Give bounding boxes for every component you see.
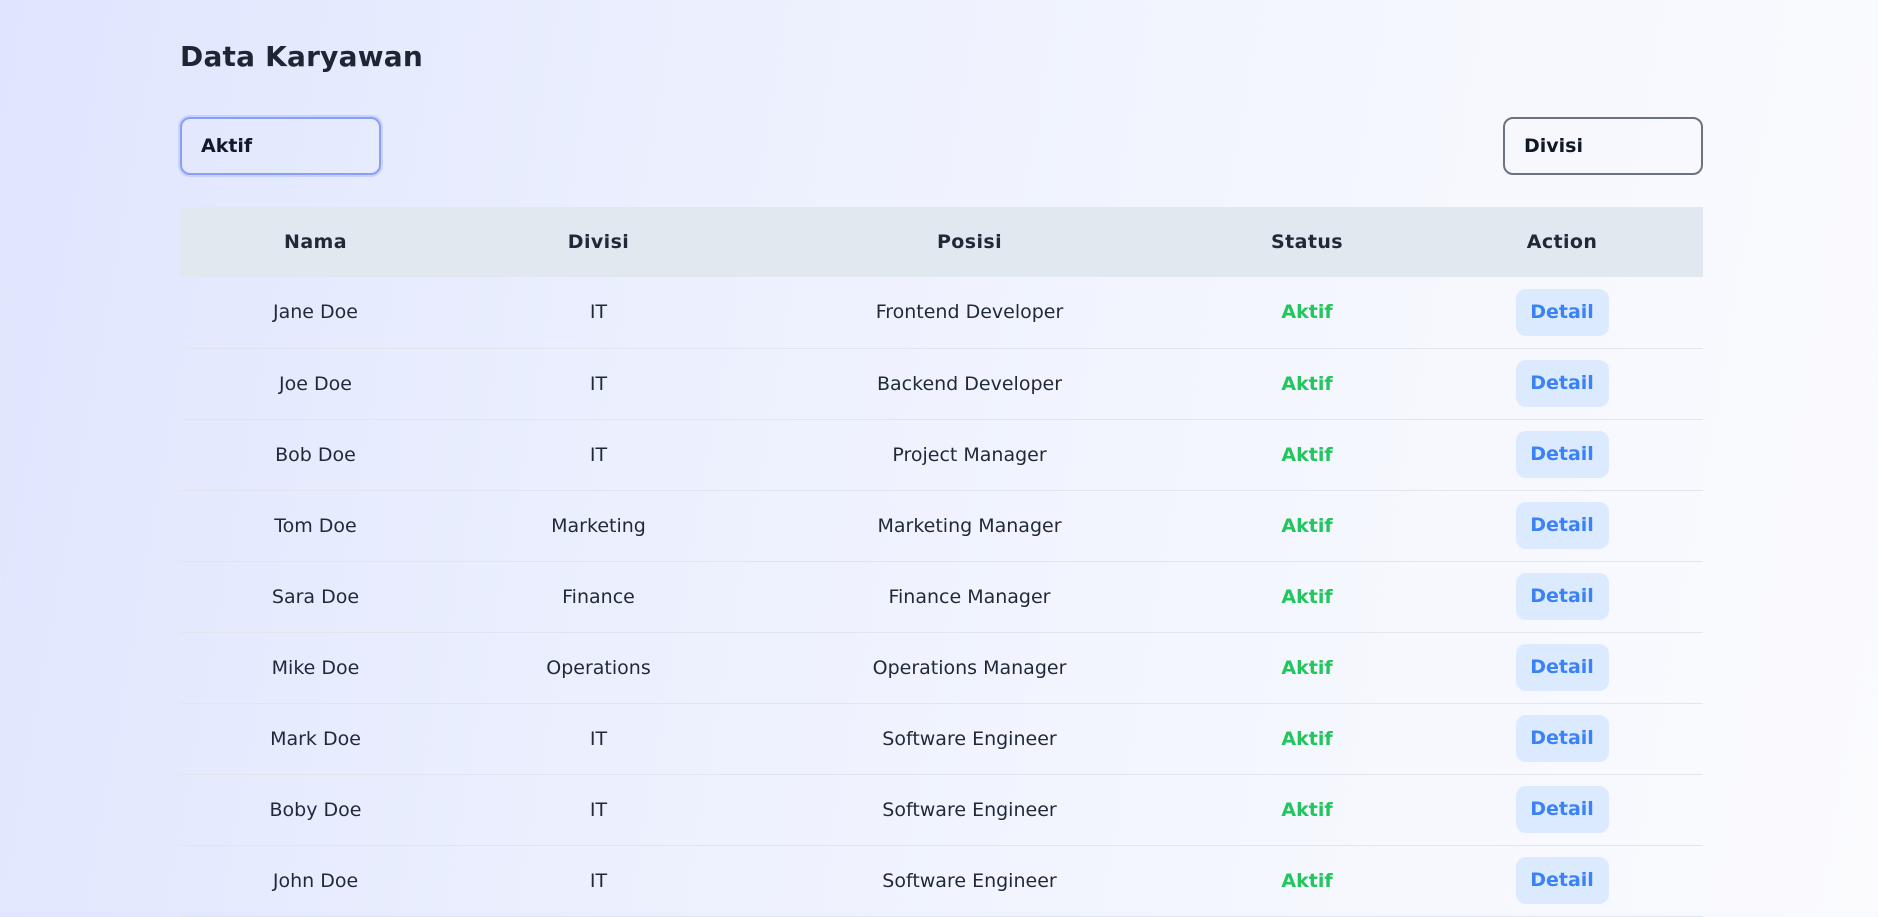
- table-header: Nama Divisi Posisi Status Action: [180, 207, 1703, 277]
- status-filter-select[interactable]: Aktif: [180, 117, 381, 175]
- table-row: Bob Doe IT Project Manager Aktif Detail: [180, 419, 1703, 490]
- detail-button[interactable]: Detail: [1515, 857, 1609, 904]
- employee-status-cell: Aktif: [1281, 514, 1333, 537]
- detail-button[interactable]: Detail: [1515, 644, 1609, 691]
- employee-status-cell: Aktif: [1281, 585, 1333, 608]
- employee-name-cell: Joe Doe: [279, 372, 352, 395]
- employee-action-cell: Detail: [1421, 419, 1703, 490]
- employee-divisi-cell: IT: [589, 443, 608, 466]
- employee-posisi-cell: Software Engineer: [882, 869, 1057, 892]
- table-row: Mike Doe Operations Operations Manager Akti…: [180, 632, 1703, 703]
- employee-divisi-cell: IT: [589, 372, 608, 395]
- employee-action-cell: Detail: [1421, 561, 1703, 632]
- column-header-nama: Nama: [284, 231, 347, 253]
- employee-name-cell: Sara Doe: [271, 585, 360, 608]
- employee-action-cell: Detail: [1421, 490, 1703, 561]
- employee-status-cell: Aktif: [1281, 656, 1333, 679]
- detail-button[interactable]: Detail: [1515, 431, 1609, 478]
- employee-action-cell: Detail: [1421, 632, 1703, 703]
- employee-posisi-cell: Project Manager: [892, 443, 1047, 466]
- employee-status-cell: Aktif: [1281, 869, 1333, 892]
- employee-divisi-cell: IT: [589, 301, 608, 324]
- detail-button[interactable]: Detail: [1515, 360, 1609, 407]
- column-header-action: Action: [1526, 231, 1598, 253]
- employee-posisi-cell: Software Engineer: [882, 727, 1057, 750]
- employee-name-cell: Boby Doe: [269, 798, 362, 821]
- employee-divisi-cell: Marketing: [551, 514, 646, 537]
- employee-name-cell: Mike Doe: [271, 656, 360, 679]
- employee-posisi-cell: Software Engineer: [882, 798, 1057, 821]
- employee-divisi-cell: IT: [589, 869, 608, 892]
- employee-action-cell: Detail: [1421, 845, 1703, 916]
- employee-name-cell: Bob Doe: [275, 443, 356, 466]
- column-header-status: Status: [1271, 231, 1343, 253]
- table-row: Mark Doe IT Software Engineer Aktif Detail: [180, 703, 1703, 774]
- table-row: Sara Doe Finance Finance Manager Aktif Detai…: [180, 561, 1703, 632]
- employee-table: Nama Divisi Posisi Status Action Jane Do…: [180, 207, 1703, 917]
- employee-status-cell: Aktif: [1281, 372, 1333, 395]
- detail-button[interactable]: Detail: [1515, 502, 1609, 549]
- employee-divisi-cell: Operations: [546, 656, 651, 679]
- employee-posisi-cell: Operations Manager: [872, 656, 1067, 679]
- employee-name-cell: John Doe: [272, 869, 359, 892]
- employee-divisi-cell: IT: [589, 798, 608, 821]
- employee-posisi-cell: Backend Developer: [877, 372, 1062, 395]
- detail-button[interactable]: Detail: [1515, 573, 1609, 620]
- employee-action-cell: Detail: [1421, 703, 1703, 774]
- employee-divisi-cell: IT: [589, 727, 608, 750]
- table-row: Jane Doe IT Frontend Developer Aktif Detail: [180, 277, 1703, 348]
- employee-posisi-cell: Marketing Manager: [877, 514, 1062, 537]
- employee-status-cell: Aktif: [1281, 798, 1333, 821]
- employee-posisi-cell: Finance Manager: [888, 585, 1051, 608]
- employee-status-cell: Aktif: [1281, 727, 1333, 750]
- employee-action-cell: Detail: [1421, 348, 1703, 419]
- table-row: Tom Doe Marketing Marketing Manager Aktif De…: [180, 490, 1703, 561]
- employee-name-cell: Jane Doe: [273, 301, 358, 324]
- column-header-divisi: Divisi: [567, 231, 630, 253]
- table-row: Joe Doe IT Backend Developer Aktif Detail: [180, 348, 1703, 419]
- employee-name-cell: Mark Doe: [270, 727, 361, 750]
- employee-action-cell: Detail: [1421, 277, 1703, 348]
- table-row: John Doe IT Software Engineer Aktif Detail: [180, 845, 1703, 916]
- table-row: Boby Doe IT Software Engineer Aktif Detail: [180, 774, 1703, 845]
- table-header-row: Nama Divisi Posisi Status Action: [180, 207, 1703, 277]
- employee-name-cell: Tom Doe: [274, 514, 357, 537]
- employee-status-cell: Aktif: [1281, 301, 1333, 324]
- divisi-filter-select[interactable]: Divisi: [1503, 117, 1703, 175]
- page-title: Data Karyawan: [180, 40, 424, 73]
- employee-posisi-cell: Frontend Developer: [875, 301, 1064, 324]
- column-header-posisi: Posisi: [936, 231, 1003, 253]
- employee-divisi-cell: Finance: [562, 585, 635, 608]
- detail-button[interactable]: Detail: [1515, 288, 1609, 336]
- table-body: Jane Doe IT Frontend Developer Aktif Detail J…: [180, 277, 1703, 916]
- detail-button[interactable]: Detail: [1515, 786, 1609, 833]
- employee-status-cell: Aktif: [1281, 443, 1333, 466]
- employee-action-cell: Detail: [1421, 774, 1703, 845]
- detail-button[interactable]: Detail: [1515, 715, 1609, 762]
